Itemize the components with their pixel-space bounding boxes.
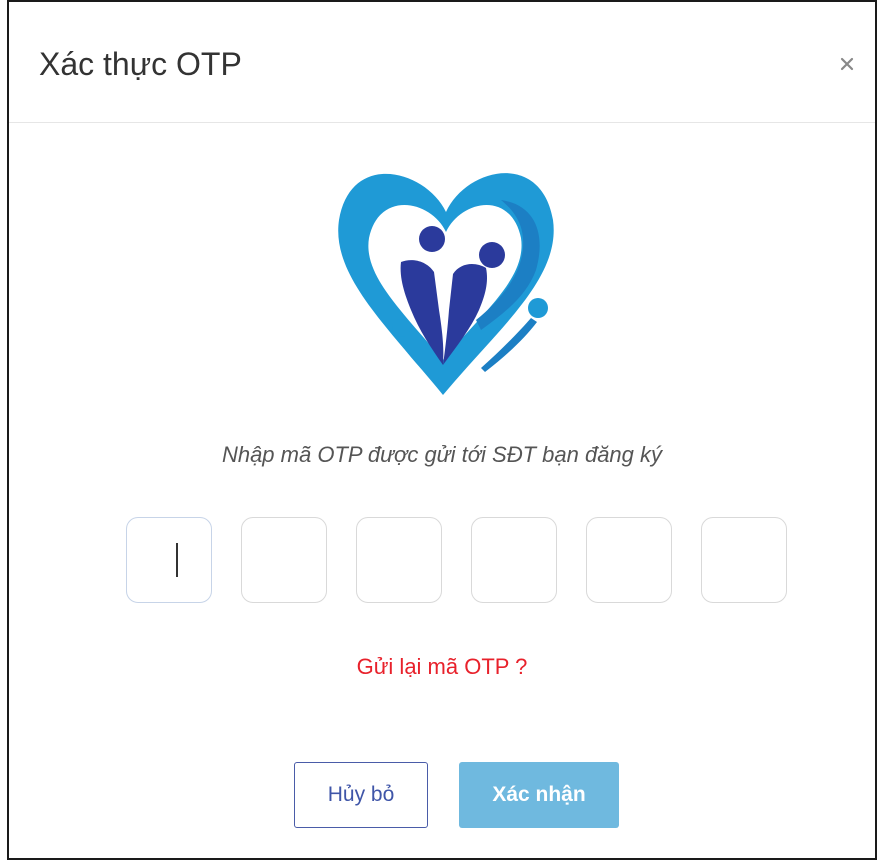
close-button[interactable] — [829, 46, 865, 82]
otp-digit-1[interactable] — [126, 517, 212, 603]
otp-digit-2[interactable] — [241, 517, 327, 603]
resend-otp-link[interactable]: Gửi lại mã OTP ? — [9, 654, 875, 680]
heart-family-logo — [338, 173, 554, 395]
modal-title: Xác thực OTP — [39, 46, 242, 82]
otp-input-group — [126, 517, 787, 603]
otp-modal: Xác thực OTP Nhập mã OTP được gửi tới SĐ… — [7, 0, 877, 860]
otp-instruction: Nhập mã OTP được gửi tới SĐT bạn đăng ký — [221, 442, 663, 467]
otp-digit-6[interactable] — [701, 517, 787, 603]
modal-header: Xác thực OTP — [9, 2, 875, 123]
close-icon — [840, 57, 854, 71]
text-caret — [176, 543, 178, 577]
confirm-button[interactable]: Xác nhận — [459, 762, 619, 828]
otp-digit-5[interactable] — [586, 517, 672, 603]
otp-digit-1-wrapper — [126, 517, 212, 603]
otp-digit-4[interactable] — [471, 517, 557, 603]
otp-digit-3[interactable] — [356, 517, 442, 603]
cancel-button[interactable]: Hủy bỏ — [294, 762, 428, 828]
